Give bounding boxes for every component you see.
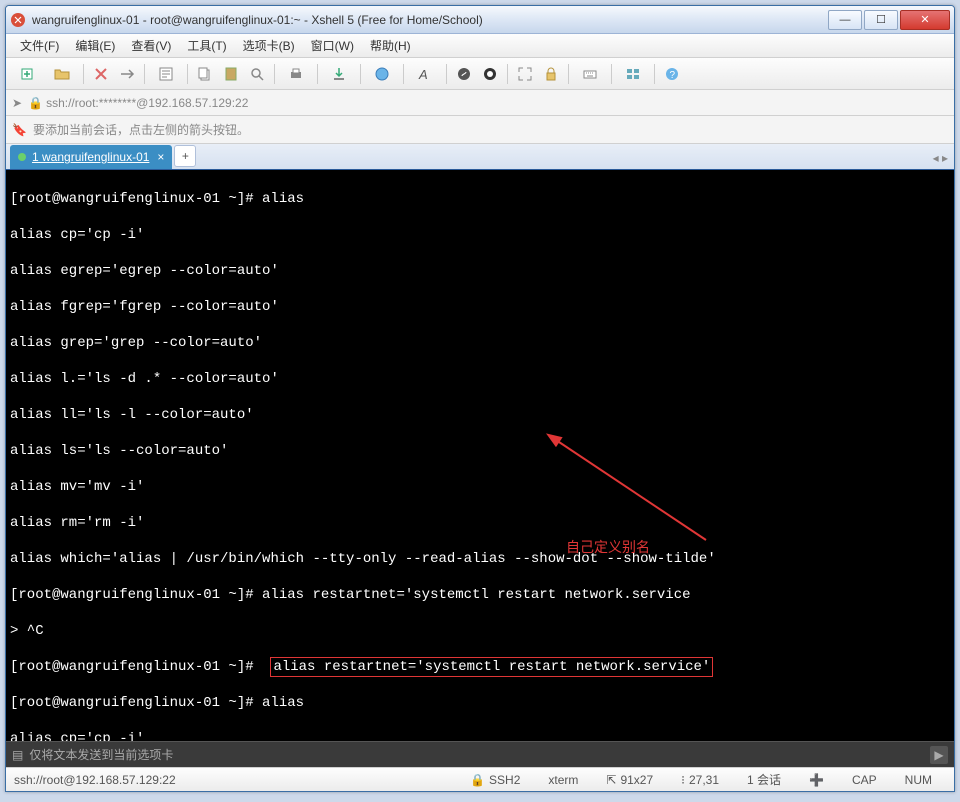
reconnect-button[interactable] bbox=[89, 62, 113, 86]
bookmark-icon[interactable]: 🔖 bbox=[12, 123, 27, 137]
status-plus[interactable]: ➕ bbox=[809, 773, 824, 787]
address-bar: ➤ 🔒 bbox=[6, 90, 954, 116]
terminal[interactable]: [root@wangruifenglinux-01 ~]# alias alia… bbox=[6, 170, 954, 741]
menu-tab[interactable]: 选项卡(B) bbox=[235, 35, 303, 56]
menu-tools[interactable]: 工具(T) bbox=[179, 35, 234, 56]
theme-button[interactable] bbox=[478, 62, 502, 86]
paste-button[interactable] bbox=[219, 62, 243, 86]
tab-nav[interactable]: ◂ ▸ bbox=[933, 151, 948, 165]
app-window: wangruifenglinux-01 - root@wangruifengli… bbox=[5, 5, 955, 792]
menu-window[interactable]: 窗口(W) bbox=[303, 35, 362, 56]
tab-bar: 1 wangruifenglinux-01 × + ◂ ▸ bbox=[6, 144, 954, 170]
keyboard-button[interactable] bbox=[574, 62, 606, 86]
globe-button[interactable] bbox=[366, 62, 398, 86]
tab-label: 1 wangruifenglinux-01 bbox=[32, 150, 149, 164]
new-session-button[interactable] bbox=[12, 62, 44, 86]
window-title: wangruifenglinux-01 - root@wangruifengli… bbox=[32, 13, 826, 27]
arrow-icon[interactable]: ➤ bbox=[12, 96, 22, 110]
minimize-button[interactable]: — bbox=[828, 10, 862, 30]
menu-help[interactable]: 帮助(H) bbox=[362, 35, 419, 56]
info-text: 要添加当前会话，点击左侧的箭头按钮。 bbox=[33, 121, 249, 138]
info-bar: 🔖 要添加当前会话，点击左侧的箭头按钮。 bbox=[6, 116, 954, 144]
app-icon bbox=[10, 12, 26, 28]
compose-icon: ▤ bbox=[12, 748, 23, 762]
menu-file[interactable]: 文件(F) bbox=[12, 35, 67, 56]
session-tab[interactable]: 1 wangruifenglinux-01 × bbox=[10, 145, 172, 169]
annotation-label: 自己定义别名 bbox=[566, 540, 650, 558]
copy-button[interactable] bbox=[193, 62, 217, 86]
title-bar: wangruifenglinux-01 - root@wangruifengli… bbox=[6, 6, 954, 34]
status-cursor: ⁝ 27,31 bbox=[681, 773, 719, 787]
address-input[interactable] bbox=[46, 96, 948, 110]
lock-button[interactable] bbox=[539, 62, 563, 86]
status-cap: CAP bbox=[852, 773, 877, 787]
maximize-button[interactable]: ☐ bbox=[864, 10, 898, 30]
highlight-box-1: alias restartnet='systemctl restart netw… bbox=[270, 657, 713, 677]
layout-button[interactable] bbox=[617, 62, 649, 86]
new-tab-button[interactable]: + bbox=[174, 145, 196, 167]
open-button[interactable] bbox=[46, 62, 78, 86]
status-term: xterm bbox=[548, 773, 578, 787]
compose-bar: ▤ 仅将文本发送到当前选项卡 ▶ bbox=[6, 741, 954, 767]
help-button[interactable]: ? bbox=[660, 62, 684, 86]
script-button[interactable] bbox=[452, 62, 476, 86]
compose-hint: 仅将文本发送到当前选项卡 bbox=[29, 746, 173, 763]
status-dot-icon bbox=[18, 153, 26, 161]
svg-text:A: A bbox=[418, 67, 428, 82]
tab-close-button[interactable]: × bbox=[157, 150, 164, 164]
font-button[interactable]: A bbox=[409, 62, 441, 86]
send-button[interactable]: ▶ bbox=[930, 746, 948, 764]
toolbar: A ? bbox=[6, 58, 954, 90]
disconnect-button[interactable] bbox=[115, 62, 139, 86]
menu-edit[interactable]: 编辑(E) bbox=[67, 35, 123, 56]
properties-button[interactable] bbox=[150, 62, 182, 86]
find-button[interactable] bbox=[245, 62, 269, 86]
status-size: ⇱ 91x27 bbox=[606, 773, 653, 787]
status-bar: ssh://root@192.168.57.129:22 🔒 SSH2 xter… bbox=[6, 767, 954, 791]
transfer-button[interactable] bbox=[323, 62, 355, 86]
status-num: NUM bbox=[905, 773, 932, 787]
menu-bar: 文件(F) 编辑(E) 查看(V) 工具(T) 选项卡(B) 窗口(W) 帮助(… bbox=[6, 34, 954, 58]
lock-icon: 🔒 bbox=[28, 96, 46, 110]
svg-text:?: ? bbox=[670, 70, 676, 81]
status-connection: ssh://root@192.168.57.129:22 bbox=[14, 773, 176, 787]
print-button[interactable] bbox=[280, 62, 312, 86]
status-sessions: 1 会话 bbox=[747, 771, 781, 788]
close-button[interactable]: ✕ bbox=[900, 10, 950, 30]
fullscreen-button[interactable] bbox=[513, 62, 537, 86]
menu-view[interactable]: 查看(V) bbox=[123, 35, 179, 56]
status-protocol: 🔒 SSH2 bbox=[470, 773, 520, 787]
